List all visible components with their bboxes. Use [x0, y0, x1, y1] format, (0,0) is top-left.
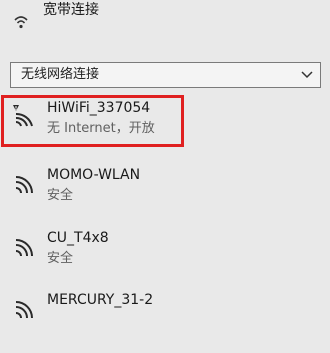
network-item-mercury[interactable]: MERCURY_31-2 [0, 291, 330, 353]
network-item-cu-t4x8[interactable]: CU_T4x8 安全 [0, 229, 330, 291]
dropdown-selected-value: 无线网络连接 [21, 67, 100, 82]
dialup-connection-icon [14, 16, 28, 29]
network-item-momo-wlan[interactable]: MOMO-WLAN 安全 [0, 166, 330, 228]
network-status: 安全 [47, 251, 74, 266]
network-status: 安全 [47, 188, 74, 203]
chevron-down-icon [301, 71, 313, 79]
wifi-signal-icon [15, 176, 33, 194]
network-name: HiWiFi_337054 [47, 100, 151, 116]
network-name: MOMO-WLAN [47, 167, 141, 183]
wireless-network-dropdown[interactable]: 无线网络连接 [10, 62, 321, 88]
wifi-warning-icon [13, 105, 33, 127]
wifi-signal-icon [15, 301, 33, 319]
network-item-hiwifi[interactable]: HiWiFi_337054 无 Internet，开放 [0, 99, 330, 161]
broadband-connection-label: 宽带连接 [43, 2, 99, 18]
wifi-signal-icon [15, 239, 33, 257]
network-status: 无 Internet，开放 [47, 121, 155, 136]
network-name: CU_T4x8 [47, 230, 109, 246]
network-name: MERCURY_31-2 [47, 292, 154, 308]
broadband-connection-row[interactable]: 宽带连接 [0, 0, 330, 44]
